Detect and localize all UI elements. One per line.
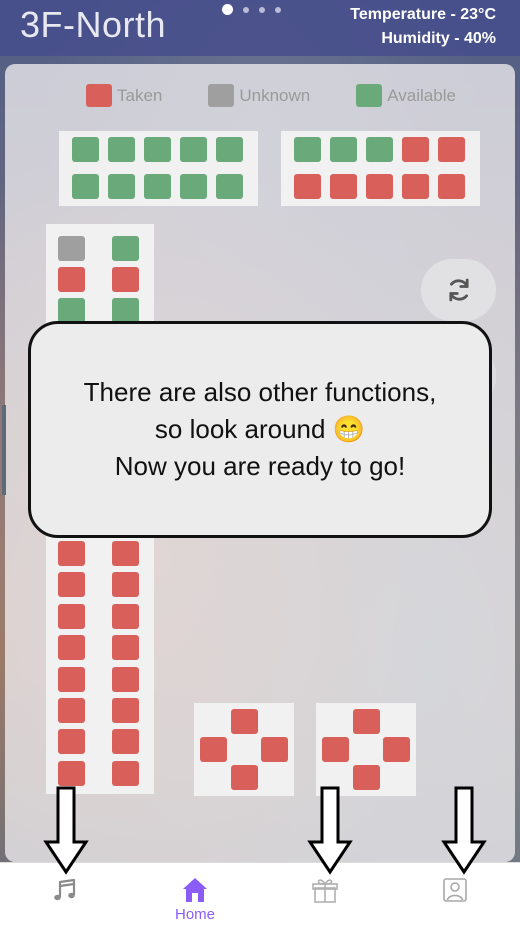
seat-available[interactable] <box>112 298 139 323</box>
seat-available[interactable] <box>330 137 357 162</box>
seat-available[interactable] <box>108 174 135 199</box>
scroll-edge-indicator <box>2 405 6 495</box>
page-indicator <box>222 4 281 15</box>
legend-label: Unknown <box>239 85 311 105</box>
seat-taken[interactable] <box>58 541 85 566</box>
tutorial-line-1: There are also other functions, <box>83 377 437 407</box>
seat-available[interactable] <box>58 298 85 323</box>
seat-available[interactable] <box>180 137 207 162</box>
seat-taken[interactable] <box>294 174 321 199</box>
seat-taken[interactable] <box>112 267 139 292</box>
seat-taken[interactable] <box>58 698 85 723</box>
seat-available[interactable] <box>366 137 393 162</box>
seat-available[interactable] <box>112 236 139 261</box>
seat-taken[interactable] <box>58 603 85 629</box>
gift-icon <box>312 879 338 903</box>
taken-swatch <box>86 84 112 107</box>
seat-taken[interactable] <box>366 174 393 199</box>
room-title: 3F-North <box>20 4 167 45</box>
seat-available[interactable] <box>144 137 171 162</box>
tutorial-line-2: so look around 😁 <box>154 414 366 444</box>
seat-taken[interactable] <box>58 635 85 661</box>
tab-label-home: Home <box>174 906 215 923</box>
legend-item-available: Available <box>356 84 456 107</box>
seat-available[interactable] <box>144 174 171 199</box>
legend-item-unknown: Unknown <box>208 84 310 107</box>
legend: Taken Unknown Available <box>86 84 456 107</box>
legend-item-taken: Taken <box>86 84 162 107</box>
seat-taken[interactable] <box>383 737 410 762</box>
seat-available[interactable] <box>216 137 243 162</box>
seat-taken[interactable] <box>58 267 85 292</box>
seat-taken[interactable] <box>112 729 139 755</box>
humidity-text: Humidity - 40% <box>381 30 496 47</box>
seat-taken[interactable] <box>353 765 380 790</box>
page-dot[interactable] <box>275 6 281 13</box>
seat-available[interactable] <box>180 174 207 199</box>
seat-taken[interactable] <box>438 137 465 162</box>
legend-label: Taken <box>117 85 163 105</box>
page-dot[interactable] <box>259 6 265 13</box>
seat-taken[interactable] <box>112 603 139 629</box>
seat-taken[interactable] <box>112 760 139 786</box>
music-note-icon <box>54 878 76 901</box>
seat-unknown[interactable] <box>58 236 85 261</box>
page-dot[interactable] <box>243 6 249 13</box>
seat-taken[interactable] <box>58 729 85 755</box>
home-icon <box>183 878 207 902</box>
seat-taken[interactable] <box>112 666 139 692</box>
seat-taken[interactable] <box>438 174 465 199</box>
seat-available[interactable] <box>108 137 135 162</box>
header-bar: 3F-North Temperature - 23°C Humidity - 4… <box>0 0 520 56</box>
available-swatch <box>356 84 383 107</box>
seat-taken[interactable] <box>58 760 85 786</box>
seat-available[interactable] <box>294 137 321 162</box>
seat-taken[interactable] <box>322 737 349 762</box>
seat-taken[interactable] <box>112 635 139 661</box>
seat-taken[interactable] <box>261 737 288 762</box>
seat-taken[interactable] <box>402 174 429 199</box>
seat-taken[interactable] <box>353 709 380 734</box>
seat-taken[interactable] <box>402 137 429 162</box>
seat-taken[interactable] <box>112 572 139 598</box>
seat-taken[interactable] <box>200 737 227 762</box>
refresh-icon <box>448 278 469 302</box>
down-arrow-profile <box>441 786 487 875</box>
seat-available[interactable] <box>72 174 99 199</box>
seat-taken[interactable] <box>231 765 258 790</box>
seat-taken[interactable] <box>330 174 357 199</box>
legend-label: Available <box>387 85 456 105</box>
tutorial-line-3: Now you are ready to go! <box>114 451 406 481</box>
seat-available[interactable] <box>72 137 99 162</box>
seat-taken[interactable] <box>231 709 258 734</box>
seat-taken[interactable] <box>58 666 85 692</box>
page-dot-active[interactable] <box>222 4 233 15</box>
tutorial-callout[interactable]: There are also other functions, so look … <box>28 321 492 538</box>
refresh-button[interactable] <box>421 259 496 321</box>
profile-icon <box>443 878 467 902</box>
unknown-swatch <box>208 84 235 107</box>
temperature-text: Temperature - 23°C <box>350 6 496 23</box>
seat-available[interactable] <box>216 174 243 199</box>
seat-taken[interactable] <box>58 572 85 598</box>
seat-taken[interactable] <box>112 541 139 566</box>
seat-taken[interactable] <box>112 698 139 723</box>
tab-home[interactable]: Home <box>130 863 260 930</box>
down-arrow-music <box>43 786 89 875</box>
environment-readout: Temperature - 23°C Humidity - 40% <box>350 3 496 51</box>
down-arrow-gift <box>307 786 353 875</box>
